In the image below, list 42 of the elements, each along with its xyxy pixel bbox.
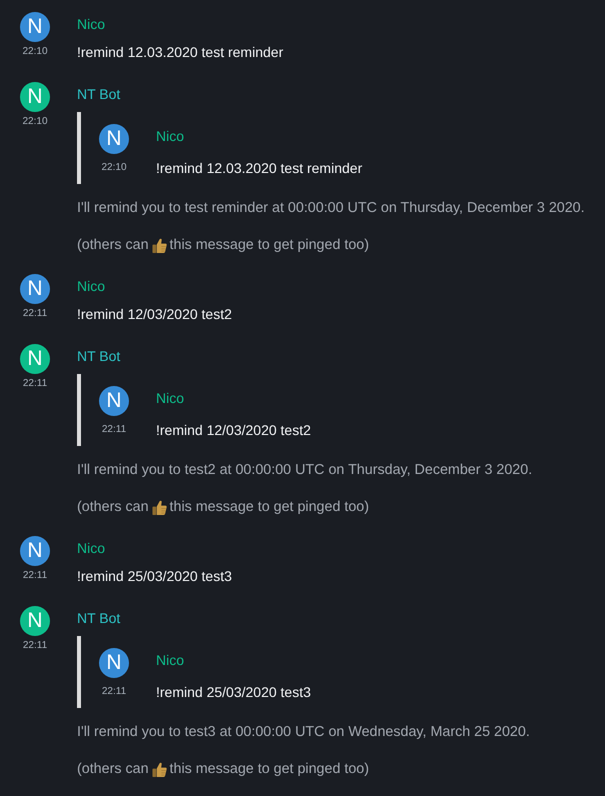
notice-text: this message to get pinged too) — [170, 236, 370, 255]
message-text: !remind 12/03/2020 test2 — [77, 305, 232, 324]
message-time: 22:11 — [22, 377, 48, 391]
notice-text: (others can — [77, 236, 149, 255]
sender-name[interactable]: Nico — [77, 276, 106, 296]
notice-text: (others can — [77, 498, 149, 517]
sender-name[interactable]: Nico — [156, 650, 184, 670]
thumbs-up-icon — [152, 238, 167, 252]
message-text: !remind 25/03/2020 test3 — [156, 683, 311, 702]
sender-name[interactable]: NT Bot — [77, 84, 120, 104]
message-text: !remind 12/03/2020 test2 — [156, 421, 311, 440]
user-avatar[interactable]: N — [99, 124, 129, 154]
sender-name[interactable]: Nico — [77, 14, 106, 34]
notice-text: this message to get pinged too) — [170, 760, 370, 779]
message-text: !remind 25/03/2020 test3 — [77, 567, 232, 586]
message-time: 22:11 — [102, 685, 126, 699]
sender-name[interactable]: NT Bot — [77, 608, 120, 628]
sender-name[interactable]: Nico — [156, 388, 184, 408]
notice-text: I'll remind you to test3 at 00:00:00 UTC on Wednesday, March 25 2020. — [77, 723, 530, 742]
message-time: 22:10 — [22, 115, 48, 129]
notice-text: I'll remind you to test reminder at 00:00:00 UTC on Thursday, December 3 2020. — [77, 199, 585, 218]
user-avatar[interactable]: N — [20, 12, 50, 42]
message-time: 22:11 — [22, 569, 48, 583]
sender-name[interactable]: Nico — [156, 126, 184, 146]
message-text: !remind 12.03.2020 test reminder — [77, 43, 284, 62]
user-avatar[interactable]: N — [20, 536, 50, 566]
message-time: 22:10 — [22, 45, 48, 59]
message-text: !remind 12.03.2020 test reminder — [156, 159, 362, 178]
thumbs-up-icon — [152, 762, 167, 776]
message-time: 22:11 — [22, 307, 48, 321]
user-avatar[interactable]: N — [99, 386, 129, 416]
message-time: 22:11 — [102, 423, 126, 437]
message-time: 22:11 — [22, 639, 48, 653]
notice-text: this message to get pinged too) — [170, 498, 370, 517]
notice-text: I'll remind you to test2 at 00:00:00 UTC on Thursday, December 3 2020. — [77, 461, 532, 480]
user-avatar[interactable]: N — [99, 648, 129, 678]
user-avatar[interactable]: N — [20, 274, 50, 304]
notice-text: (others can — [77, 760, 149, 779]
thumbs-up-icon — [152, 500, 167, 514]
message-time: 22:10 — [101, 161, 127, 175]
sender-name[interactable]: Nico — [77, 538, 106, 558]
sender-name[interactable]: NT Bot — [77, 346, 120, 366]
